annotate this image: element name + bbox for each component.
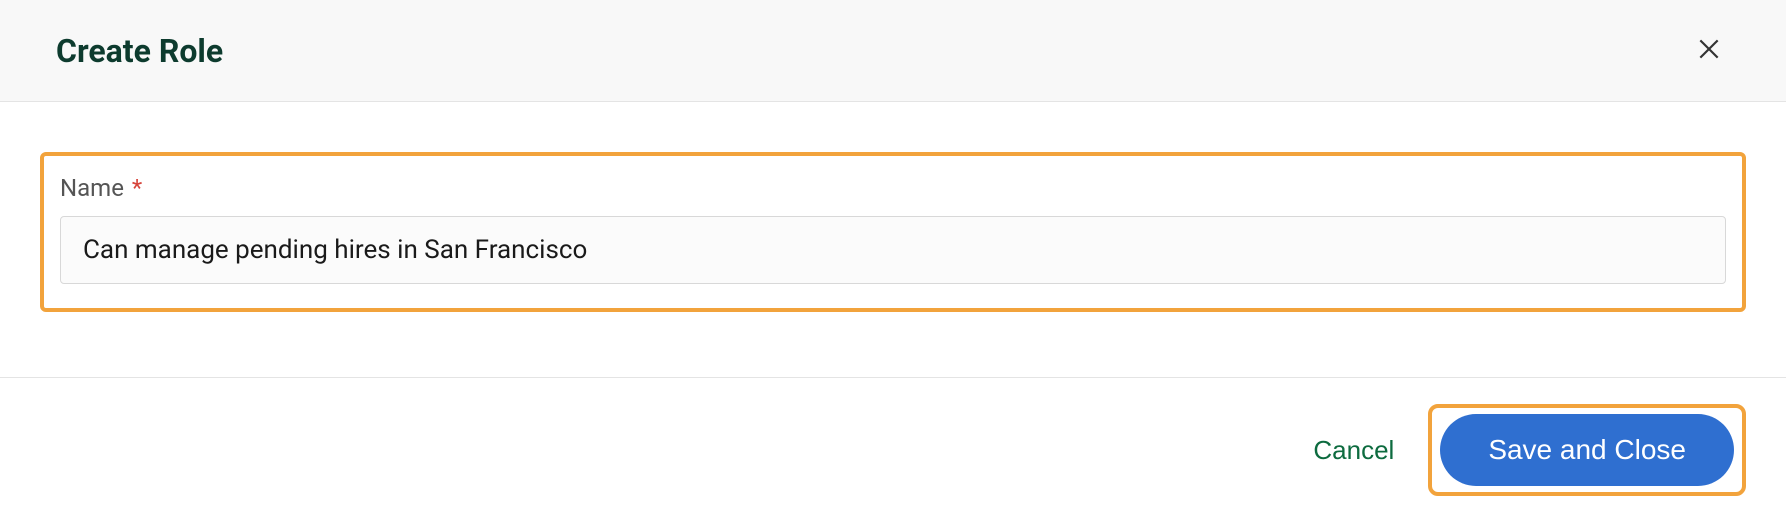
name-label: Name * — [60, 174, 1726, 202]
create-role-modal: Create Role Name * Cancel Save and Close — [0, 0, 1786, 522]
name-field-group: Name * — [40, 152, 1746, 312]
modal-body: Name * — [0, 102, 1786, 378]
close-button[interactable] — [1688, 28, 1730, 73]
modal-footer: Cancel Save and Close — [0, 378, 1786, 522]
required-indicator: * — [132, 174, 142, 202]
close-icon — [1696, 36, 1722, 65]
name-label-text: Name — [60, 174, 124, 202]
cancel-button[interactable]: Cancel — [1303, 423, 1404, 478]
name-input[interactable] — [60, 216, 1726, 284]
modal-title: Create Role — [56, 32, 223, 70]
save-and-close-button[interactable]: Save and Close — [1440, 414, 1734, 486]
modal-header: Create Role — [0, 0, 1786, 102]
save-button-highlight: Save and Close — [1428, 404, 1746, 496]
